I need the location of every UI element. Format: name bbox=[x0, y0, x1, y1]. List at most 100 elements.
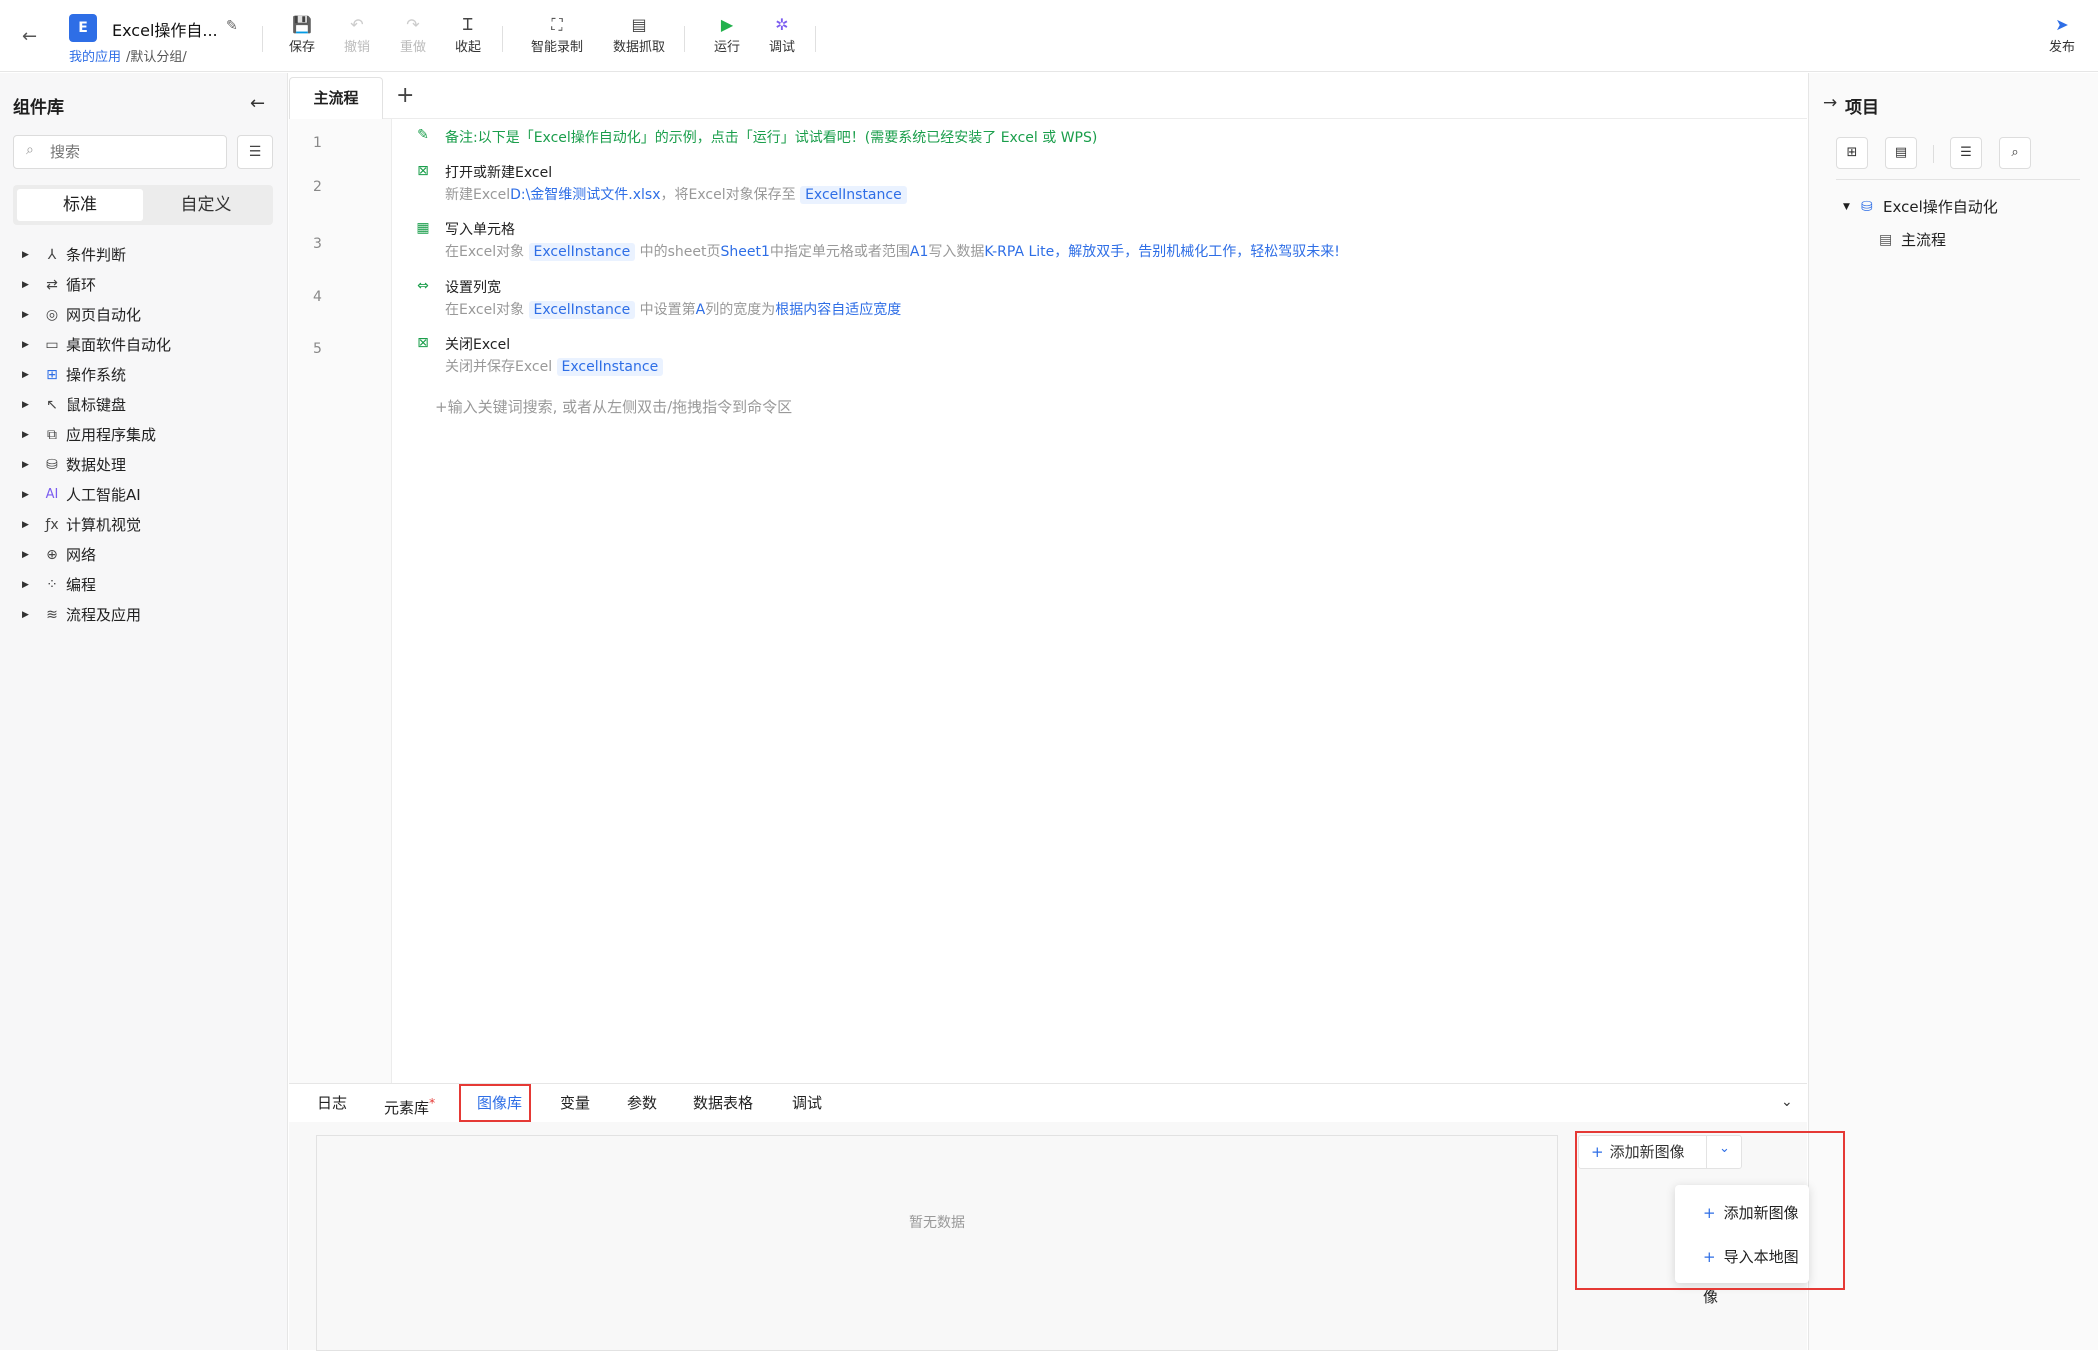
search-input[interactable] bbox=[50, 142, 220, 162]
publish-button[interactable]: ➤ 发布 bbox=[2034, 14, 2090, 55]
debug-button[interactable]: ✲ 调试 bbox=[754, 14, 810, 55]
line-number: 1 bbox=[313, 135, 322, 151]
code-blocks-icon: ⁘ bbox=[46, 577, 58, 593]
chevron-down-icon[interactable]: ⌄ bbox=[1781, 1094, 1793, 1110]
category-item[interactable]: ▶ ⅄ 条件判断 bbox=[22, 240, 126, 270]
tab-main-flow[interactable]: 主流程 bbox=[289, 77, 383, 119]
category-item[interactable]: ▶ ⇄ 循环 bbox=[22, 270, 96, 300]
editor-tab-bar: 主流程 + bbox=[289, 73, 1807, 119]
highlight-box bbox=[459, 1084, 531, 1122]
run-button[interactable]: ▶ 运行 bbox=[699, 14, 755, 55]
new-folder-button[interactable]: ⊞ bbox=[1836, 137, 1868, 169]
toolbar-divider bbox=[262, 26, 263, 52]
loop-icon: ⇄ bbox=[46, 277, 58, 293]
caret-right-icon: ▶ bbox=[22, 460, 29, 470]
category-item[interactable]: ▶ ↖ 鼠标键盘 bbox=[22, 390, 126, 420]
search-button[interactable]: ⌕ bbox=[1999, 137, 2031, 169]
variable-tag: ExcelInstance bbox=[556, 358, 664, 376]
required-mark: * bbox=[429, 1095, 436, 1110]
redo-icon: ↷ bbox=[406, 15, 420, 34]
command-input-hint[interactable]: +输入关键词搜索, 或者从左侧双击/拖拽指令到命令区 bbox=[435, 396, 792, 417]
library-tabs: 标准 自定义 bbox=[13, 185, 273, 225]
undo-icon: ↶ bbox=[350, 15, 364, 34]
toolbar-divider bbox=[815, 26, 816, 52]
tab-standard[interactable]: 标准 bbox=[17, 189, 143, 221]
line-number: 2 bbox=[313, 179, 322, 195]
new-flow-button[interactable]: ▤ bbox=[1885, 137, 1917, 169]
category-item[interactable]: ▶ ⧉ 应用程序集成 bbox=[22, 420, 156, 450]
category-item[interactable]: ▶ ◎ 网页自动化 bbox=[22, 300, 141, 330]
breadcrumb-my-apps[interactable]: 我的应用 bbox=[69, 46, 121, 65]
add-tab-icon[interactable]: + bbox=[396, 83, 414, 108]
caret-down-icon: ▼ bbox=[1843, 201, 1850, 212]
step-description: 新建ExcelD:\金智维测试文件.xlsx，将Excel对象保存至 Excel… bbox=[445, 184, 907, 204]
category-label: 条件判断 bbox=[66, 246, 127, 264]
collapse-button[interactable]: Ꮖ 收起 bbox=[440, 14, 496, 55]
branch-icon: ⅄ bbox=[47, 247, 57, 263]
category-item[interactable]: ▶ ⛁ 数据处理 bbox=[22, 450, 126, 480]
caret-right-icon: ▶ bbox=[22, 280, 29, 290]
redo-button[interactable]: ↷ 重做 bbox=[385, 14, 441, 55]
image-list-area: 暂无数据 bbox=[316, 1135, 1558, 1351]
category-item[interactable]: ▶ ≋ 流程及应用 bbox=[22, 600, 141, 630]
tab-debug[interactable]: 调试 bbox=[792, 1084, 822, 1122]
category-item[interactable]: ▶ ▭ 桌面软件自动化 bbox=[22, 330, 171, 360]
breadcrumb-group: /默认分组/ bbox=[126, 50, 187, 65]
sort-icon: ☰ bbox=[1960, 145, 1972, 160]
variable-tag: ExcelInstance bbox=[528, 243, 636, 261]
tab-element-library[interactable]: 元素库* bbox=[384, 1084, 435, 1122]
search-icon: ⌕ bbox=[2011, 145, 2019, 160]
browser-icon: ◎ bbox=[45, 307, 59, 323]
top-toolbar: ← E Excel操作自... ✎ 我的应用 /默认分组/ 💾 保存 ↶ 撤销 … bbox=[0, 0, 2098, 72]
category-item[interactable]: ▶ AI 人工智能AI bbox=[22, 480, 141, 510]
tab-custom[interactable]: 自定义 bbox=[143, 189, 269, 221]
edit-pencil-icon[interactable]: ✎ bbox=[226, 18, 238, 34]
caret-right-icon: ▶ bbox=[22, 340, 29, 350]
search-box[interactable]: ⌕ bbox=[13, 135, 227, 169]
tree-item-main-flow[interactable]: ▤ 主流程 bbox=[1879, 229, 1946, 250]
tab-log[interactable]: 日志 bbox=[317, 1084, 347, 1122]
layers-icon: ≋ bbox=[46, 607, 58, 623]
caret-right-icon: ▶ bbox=[22, 550, 29, 560]
bottom-panel: 日志 元素库* 图像库 变量 参数 数据表格 调试 ⌄ 暂无数据 + 添加新图像 … bbox=[289, 1083, 1845, 1351]
collapse-panel-icon[interactable]: ← bbox=[250, 93, 265, 114]
tab-parameters[interactable]: 参数 bbox=[627, 1084, 657, 1122]
undo-button[interactable]: ↶ 撤销 bbox=[329, 14, 385, 55]
step-title: 关闭Excel bbox=[445, 337, 511, 353]
empty-state-text: 暂无数据 bbox=[909, 1215, 965, 1231]
caret-right-icon: ▶ bbox=[22, 430, 29, 440]
category-label: 操作系统 bbox=[66, 366, 127, 384]
category-label: 桌面软件自动化 bbox=[66, 336, 172, 354]
category-item[interactable]: ▶ ƒx 计算机视觉 bbox=[22, 510, 141, 540]
category-item[interactable]: ▶ ⊞ 操作系统 bbox=[22, 360, 126, 390]
caret-right-icon: ▶ bbox=[22, 610, 29, 620]
filter-button[interactable]: ☰ bbox=[237, 135, 273, 169]
caret-right-icon: ▶ bbox=[22, 310, 29, 320]
caret-right-icon: ▶ bbox=[22, 490, 29, 500]
excel-icon: ⊠ bbox=[417, 163, 429, 179]
caret-right-icon: ▶ bbox=[22, 520, 29, 530]
play-icon: ▶ bbox=[720, 15, 734, 34]
tree-root-project[interactable]: ▼ ⛁ Excel操作自动化 bbox=[1843, 196, 1998, 217]
collapse-icon: Ꮖ bbox=[462, 15, 474, 34]
expand-arrow-icon[interactable]: → bbox=[1823, 93, 1837, 113]
app-icon: E bbox=[69, 14, 97, 42]
tab-variables[interactable]: 变量 bbox=[560, 1084, 590, 1122]
line-number: 5 bbox=[313, 341, 322, 357]
windows-icon: ⊞ bbox=[46, 367, 58, 383]
tab-data-table[interactable]: 数据表格 bbox=[693, 1084, 753, 1122]
data-capture-button[interactable]: ▤ 数据抓取 bbox=[606, 14, 672, 55]
capture-icon: ▤ bbox=[631, 15, 647, 34]
step-description: 在Excel对象 ExcelInstance 中的sheet页Sheet1中指定… bbox=[445, 243, 1340, 261]
category-item[interactable]: ▶ ⊕ 网络 bbox=[22, 540, 96, 570]
folder-plus-icon: ⊞ bbox=[1846, 145, 1858, 160]
panel-title: 项目 bbox=[1845, 98, 1879, 118]
mouse-pointer-icon: ↖ bbox=[46, 397, 58, 413]
note-icon: ✎ bbox=[417, 127, 429, 143]
variable-tag: ExcelInstance bbox=[800, 186, 907, 204]
smart-record-button[interactable]: ⛶ 智能录制 bbox=[524, 14, 590, 55]
category-item[interactable]: ▶ ⁘ 编程 bbox=[22, 570, 96, 600]
back-arrow-icon[interactable]: ← bbox=[22, 26, 37, 47]
sort-button[interactable]: ☰ bbox=[1950, 137, 1982, 169]
save-button[interactable]: 💾 保存 bbox=[274, 14, 330, 55]
